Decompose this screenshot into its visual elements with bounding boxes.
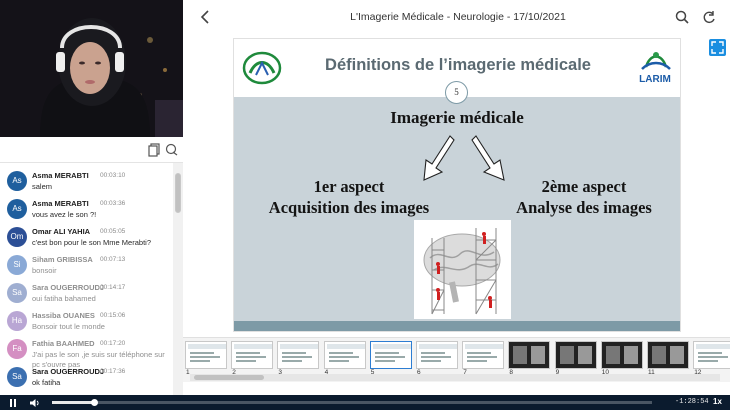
message-time: 00:03:10 (100, 172, 126, 179)
message-author: Omar ALI YAHIA (32, 227, 91, 236)
remaining-time: -1:28:54 (675, 398, 709, 406)
message-text: ok fatiha (32, 378, 61, 387)
avatar: Fa (7, 339, 27, 359)
slide-thumbnail[interactable] (231, 341, 274, 369)
diagram-arrows-icon (423, 135, 505, 181)
webcam-video (0, 0, 183, 137)
message-time: 00:17:20 (100, 340, 126, 347)
brain-scaffold-illustration (414, 220, 511, 319)
message-text: oui fatiha bahamed (32, 294, 96, 303)
aspect-two-heading: 2ème aspect (541, 177, 627, 196)
message-time: 00:03:36 (100, 200, 126, 207)
message-text: salem (32, 182, 53, 191)
message-text: Bonsoir tout le monde (32, 322, 105, 331)
larim-logo: LARIM (632, 49, 678, 89)
thumbnail-number: 6 (417, 369, 421, 376)
slide-thumbnail[interactable] (600, 341, 643, 369)
avatar: As (7, 199, 27, 219)
avatar: Si (7, 255, 27, 275)
slide-page-number: 5 (445, 81, 468, 104)
thumbnail-number: 8 (509, 369, 514, 376)
message-author: Sara OUGERROUDJ (32, 283, 105, 292)
chat-toolbar (0, 137, 183, 163)
thumbnail-number: 2 (232, 369, 236, 376)
pause-icon[interactable] (8, 398, 18, 408)
message-text: bonsoir (32, 266, 57, 275)
slide-thumbnail[interactable] (508, 341, 551, 369)
playback-bar: -1:28:54 1x (0, 395, 730, 410)
chat-message: Sa Sara OUGERROUDJ 00:17:36 ok fatiha (0, 363, 172, 395)
thumbnail-number: 4 (324, 369, 329, 376)
page-title: L'Imagerie Médicale - Neurologie - 17/10… (350, 11, 566, 23)
chat-scrollbar[interactable] (173, 163, 183, 395)
message-time: 00:14:17 (100, 284, 126, 291)
slide-thumbnail[interactable] (416, 341, 458, 369)
progress-knob[interactable] (91, 399, 98, 406)
slide-thumbnail[interactable] (462, 341, 505, 369)
message-author: Fathia BAAHMED (32, 339, 95, 348)
progress-fill (52, 401, 94, 404)
message-time: 00:17:36 (100, 368, 126, 375)
message-text: vous avez le son ?! (32, 210, 97, 219)
slide-thumbnail[interactable] (185, 341, 227, 369)
message-author: Hassiba OUANES (32, 311, 95, 320)
slide-thumbnail[interactable] (554, 341, 597, 369)
chat-scrollbar-thumb[interactable] (175, 173, 181, 213)
thumbnail-scrollbar[interactable] (190, 374, 720, 381)
slide-thumbnail[interactable] (323, 341, 366, 369)
aspect-one-label: Acquisition des images (268, 198, 430, 217)
message-author: Siham GRIBISSA (32, 255, 93, 264)
aspect-two-label: Analyse des images (516, 198, 652, 217)
chat-icon[interactable] (165, 143, 179, 157)
avatar: As (7, 171, 27, 191)
slide-title: Définitions de l’imagerie médicale (325, 56, 591, 74)
slide-thumbnail[interactable] (369, 341, 412, 369)
slide-thumbnail-strip: 1 2 3 4 5 6 7 8 9 10 11 12 (183, 337, 730, 382)
message-time: 00:05:05 (100, 228, 126, 235)
message-author: Asma MERABTI (32, 171, 89, 180)
thumbnail-number: 5 (370, 369, 375, 376)
search-icon[interactable] (674, 9, 690, 25)
avatar: Sa (7, 283, 27, 303)
copy-icon[interactable] (148, 143, 162, 157)
thumbnail-number: 12 (694, 369, 702, 376)
slide-thumbnail[interactable] (647, 341, 689, 369)
message-author: Sara OUGERROUDJ (32, 367, 105, 376)
message-author: Asma MERABTI (32, 199, 89, 208)
thumbnail-number: 3 (278, 369, 283, 376)
university-logo (242, 51, 282, 85)
main-term: Imagerie médicale (390, 108, 524, 127)
thumbnail-number: 9 (555, 369, 560, 376)
aspect-one: 1er aspect Acquisition des images (234, 176, 464, 218)
slide-footer (234, 321, 680, 331)
playback-speed-button[interactable]: 1x (713, 397, 722, 406)
chat-panel: As Asma MERABTI 00:03:10 salem As Asma MERABT… (0, 163, 183, 395)
slide-thumbnail[interactable] (277, 341, 320, 369)
avatar: Om (7, 227, 27, 247)
refresh-icon[interactable] (701, 9, 717, 25)
chevron-left-icon[interactable] (198, 8, 214, 26)
message-text: c'est bon pour le son Mme Merabti? (32, 238, 151, 247)
avatar: Ha (7, 311, 27, 331)
aspect-two: 2ème aspect Analyse des images (484, 176, 684, 218)
thumbnail-number: 10 (601, 369, 610, 376)
app-root: As Asma MERABTI 00:03:10 salem As Asma MERABT… (0, 0, 730, 410)
thumbnail-number: 1 (186, 369, 190, 376)
volume-icon[interactable] (29, 398, 41, 408)
larim-logo-text: LARIM (639, 74, 671, 85)
slide-thumbnail[interactable] (693, 341, 730, 369)
progress-track[interactable] (52, 399, 652, 406)
message-time: 00:07:13 (100, 256, 126, 263)
presentation-stage: Définitions de l’imagerie médicale LARIM… (183, 34, 730, 337)
thumbnail-number: 11 (648, 369, 655, 376)
thumbnail-number: 7 (463, 369, 467, 376)
top-bar: L'Imagerie Médicale - Neurologie - 17/10… (183, 0, 730, 34)
aspect-one-heading: 1er aspect (313, 177, 385, 196)
avatar: Sa (7, 367, 27, 387)
slide: Définitions de l’imagerie médicale LARIM… (233, 38, 681, 332)
thumbnail-scrollbar-thumb[interactable] (194, 375, 264, 380)
message-time: 00:15:06 (100, 312, 126, 319)
expand-icon[interactable] (709, 39, 726, 56)
